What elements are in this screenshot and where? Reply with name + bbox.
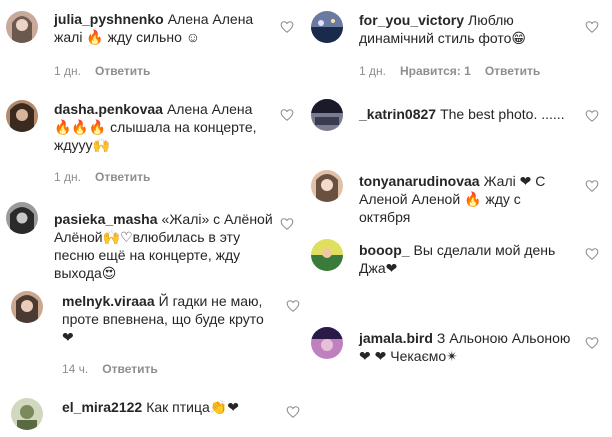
avatar[interactable]: [311, 170, 343, 202]
avatar[interactable]: [11, 291, 43, 323]
comment-body: The best photo. ......: [440, 106, 565, 122]
comment-time[interactable]: 1 дн.: [54, 170, 81, 184]
comment-username[interactable]: _katrin0827: [359, 106, 436, 122]
comment-body: Как птица👏❤: [146, 399, 239, 415]
comment-username[interactable]: dasha.penkovaa: [54, 101, 163, 117]
avatar-image: [311, 99, 343, 131]
comment-meta: 1 дн. Ответить: [54, 170, 164, 184]
comment-text: _katrin0827 The best photo. ......: [359, 105, 574, 123]
avatar-image: [311, 11, 343, 43]
like-heart-icon[interactable]: [585, 109, 599, 123]
comment-meta: 1 дн. Ответить: [54, 64, 164, 78]
comment-username[interactable]: for_you_victory: [359, 12, 464, 28]
like-heart-icon[interactable]: [286, 299, 300, 313]
comment-text: julia_pyshnenko Алена Алена жалі 🔥 жду си…: [54, 10, 274, 46]
comment-meta: 14 ч. Ответить: [62, 362, 172, 376]
avatar[interactable]: [6, 202, 38, 234]
avatar[interactable]: [11, 398, 43, 430]
comment-username[interactable]: el_mira2122: [62, 399, 142, 415]
comment-text: for_you_victory Люблю динамічний стиль фо…: [359, 11, 569, 47]
comment-text: melnyk.viraaa Й гадки не маю, проте впевн…: [62, 292, 272, 346]
avatar[interactable]: [311, 99, 343, 131]
comment-meta: 1 дн. Нравится: 1 Ответить: [359, 64, 554, 78]
reply-button[interactable]: Ответить: [95, 64, 150, 78]
comment-time[interactable]: 1 дн.: [359, 64, 386, 78]
column-divider: [302, 0, 303, 437]
comment-username[interactable]: jamala.bird: [359, 330, 433, 346]
comment-time[interactable]: 14 ч.: [62, 362, 88, 376]
comment-username[interactable]: tonyanarudinovaa: [359, 173, 480, 189]
like-heart-icon[interactable]: [280, 108, 294, 122]
like-heart-icon[interactable]: [585, 179, 599, 193]
avatar-image: [311, 327, 343, 359]
avatar[interactable]: [6, 11, 38, 43]
like-heart-icon[interactable]: [280, 20, 294, 34]
comment-text: tonyanarudinovaa Жалі ❤ С Аленой Аленой 🔥…: [359, 172, 569, 226]
avatar[interactable]: [6, 100, 38, 132]
like-heart-icon[interactable]: [280, 217, 294, 231]
like-heart-icon[interactable]: [585, 247, 599, 261]
avatar-image: [311, 170, 343, 202]
avatar-image: [11, 291, 43, 323]
comment-time[interactable]: 1 дн.: [54, 64, 81, 78]
comment-text: dasha.penkovaa Алена Алена 🔥🔥🔥 слышала на…: [54, 100, 269, 154]
avatar[interactable]: [311, 327, 343, 359]
avatar-image: [6, 11, 38, 43]
comment-text: el_mira2122 Как птица👏❤: [62, 398, 272, 416]
avatar-image: [6, 202, 38, 234]
like-heart-icon[interactable]: [286, 405, 300, 419]
avatar-image: [311, 239, 343, 271]
reply-button[interactable]: Ответить: [485, 64, 540, 78]
likes-count[interactable]: Нравится: 1: [400, 64, 471, 78]
comment-username[interactable]: pasieka_masha: [54, 211, 158, 227]
avatar-image: [6, 100, 38, 132]
comment-text: booop_ Вы сделали мой день Джа❤: [359, 241, 569, 277]
comment-text: pasieka_masha «Жалі» с Алёной Алёной🙌♡влю…: [54, 210, 279, 282]
reply-button[interactable]: Ответить: [102, 362, 157, 376]
comment-username[interactable]: booop_: [359, 242, 410, 258]
comment-username[interactable]: melnyk.viraaa: [62, 293, 155, 309]
comment-username[interactable]: julia_pyshnenko: [54, 11, 164, 27]
reply-button[interactable]: Ответить: [95, 170, 150, 184]
comment-text: jamala.bird З Альоною Альоною ❤ ❤ Чекаємо…: [359, 329, 574, 365]
like-heart-icon[interactable]: [585, 336, 599, 350]
avatar[interactable]: [311, 239, 343, 271]
avatar-image: [11, 398, 43, 430]
like-heart-icon[interactable]: [585, 20, 599, 34]
avatar[interactable]: [311, 11, 343, 43]
